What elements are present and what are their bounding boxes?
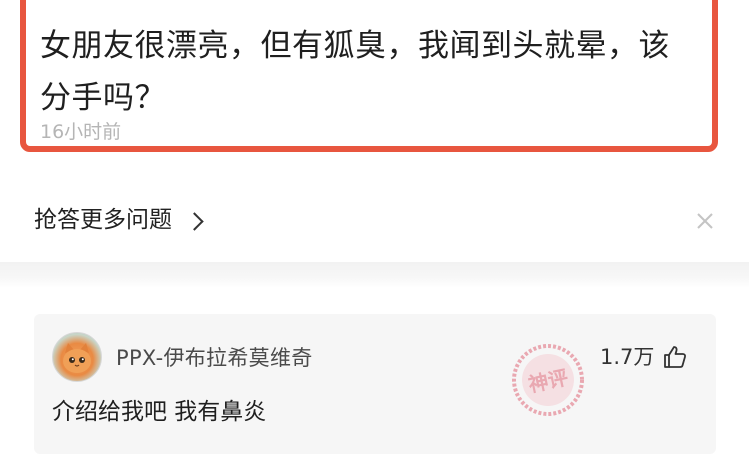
- god-comment-stamp: 神评: [512, 344, 584, 416]
- question-card[interactable]: 女朋友很漂亮，但有狐臭，我闻到头就晕，该分手吗？ 16小时前: [20, 0, 718, 152]
- close-icon[interactable]: [694, 210, 716, 232]
- thumbs-up-icon: [664, 346, 687, 368]
- chevron-right-icon: [185, 211, 204, 231]
- question-title[interactable]: 女朋友很漂亮，但有狐臭，我闻到头就晕，该分手吗？: [40, 20, 700, 124]
- question-timestamp: 16小时前: [40, 121, 122, 143]
- like-button[interactable]: 1.7万: [600, 343, 688, 371]
- like-count: 1.7万: [600, 345, 655, 369]
- comment-username[interactable]: PPX-伊布拉希莫维奇: [116, 344, 313, 372]
- avatar[interactable]: [52, 332, 102, 382]
- more-questions-link[interactable]: 抢答更多问题: [34, 204, 204, 236]
- comment-text: 介绍给我吧 我有鼻炎: [52, 399, 267, 425]
- more-questions-label: 抢答更多问题: [34, 207, 172, 233]
- section-divider: [0, 262, 749, 288]
- more-questions-row: 抢答更多问题: [0, 190, 749, 252]
- comment-card[interactable]: PPX-伊布拉希莫维奇 神评 1.7万 介绍给我吧 我有鼻炎: [34, 314, 716, 454]
